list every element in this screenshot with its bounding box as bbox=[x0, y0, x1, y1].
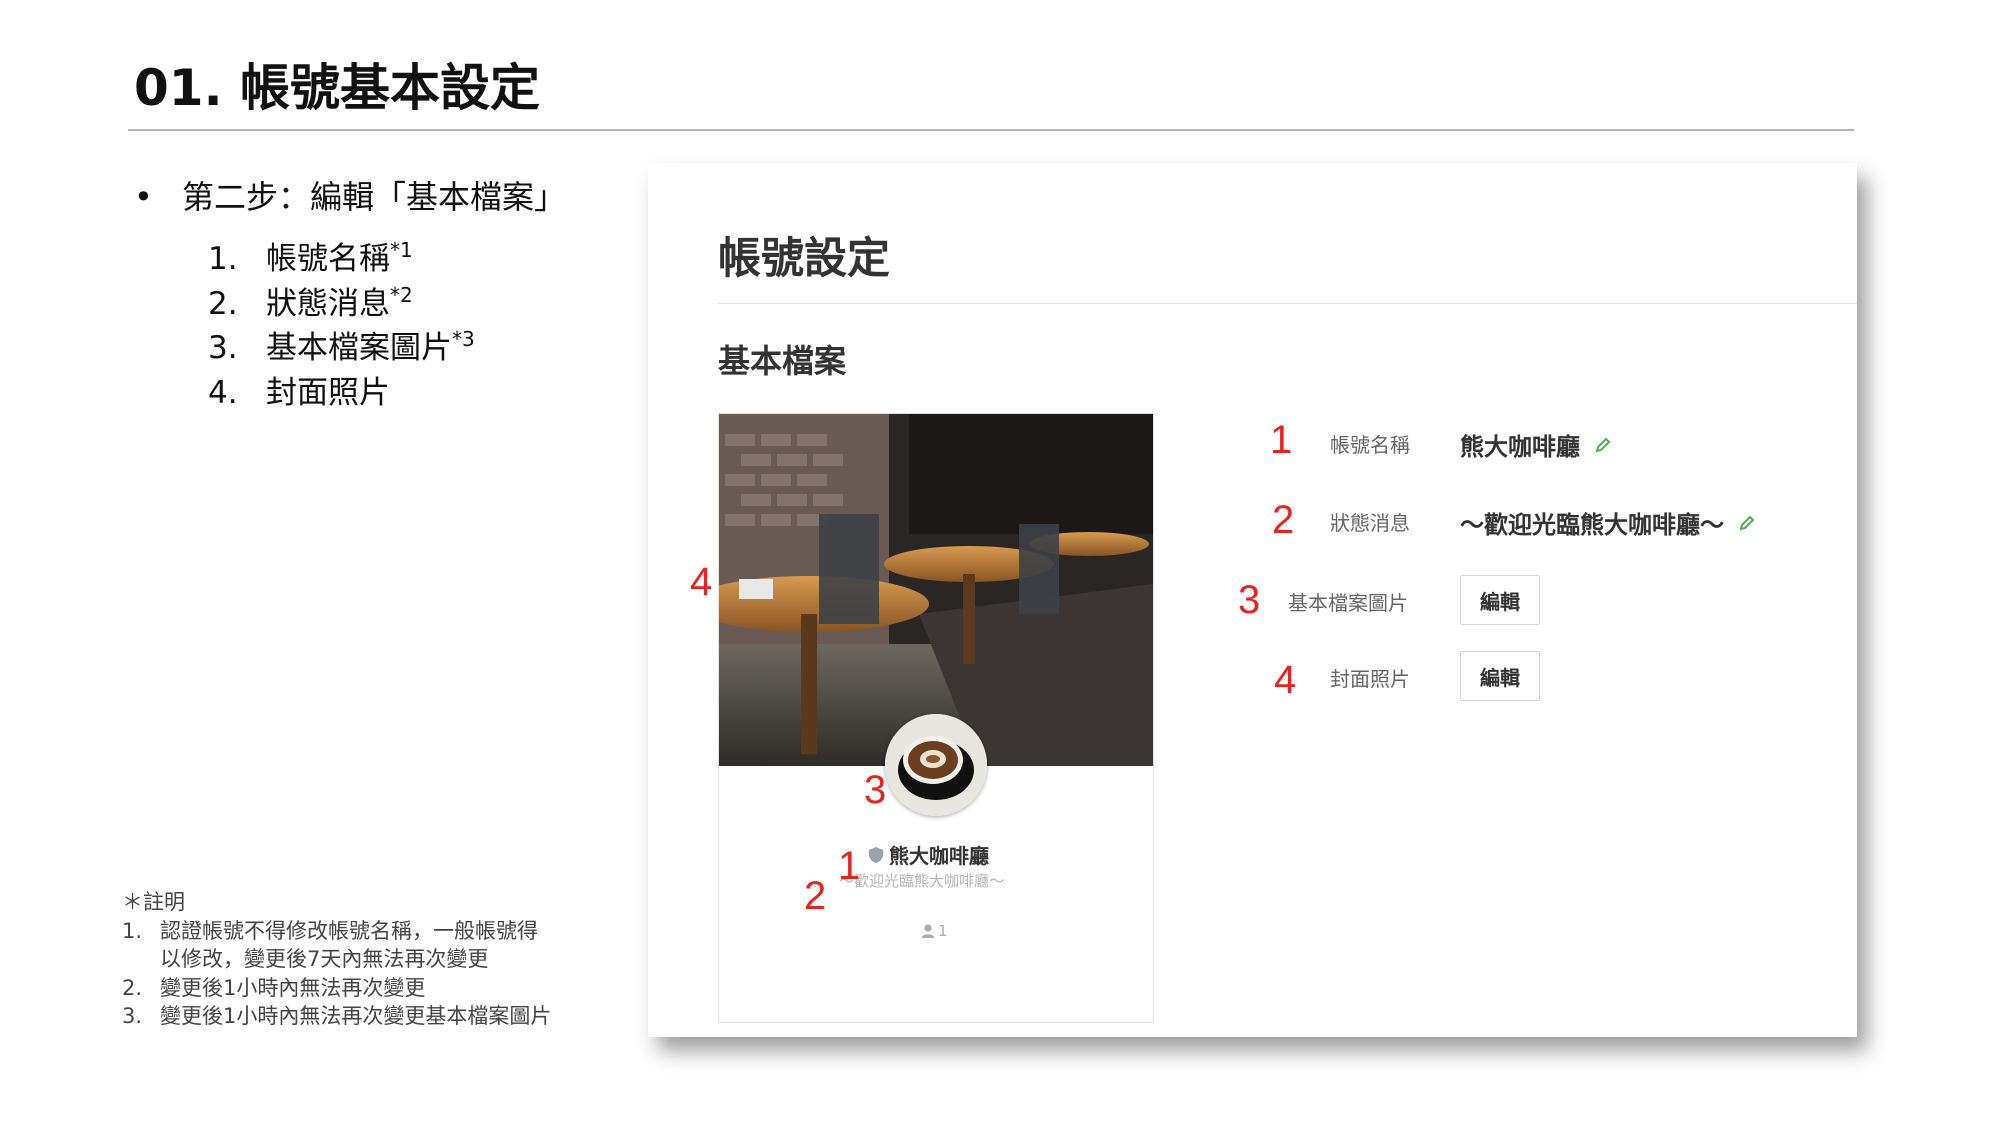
footnote-number: 3. bbox=[122, 1004, 143, 1028]
account-name-label: 帳號名稱 bbox=[1330, 433, 1410, 457]
footnote-line: 認證帳號不得修改帳號名稱，一般帳號得 bbox=[160, 918, 538, 943]
substep-label: 基本檔案圖片 bbox=[266, 330, 452, 366]
status-message-label: 狀態消息 bbox=[1330, 511, 1410, 535]
step-text: 第二步：編輯「基本檔案」 bbox=[182, 178, 567, 216]
pencil-icon[interactable] bbox=[1594, 436, 1612, 454]
annotation-marker-4: 4 bbox=[1274, 658, 1297, 702]
pencil-icon[interactable] bbox=[1738, 514, 1756, 532]
profile-image-label: 基本檔案圖片 bbox=[1288, 591, 1408, 615]
title-divider bbox=[128, 129, 1854, 131]
substep-item: 4. 封面照片 bbox=[208, 362, 475, 411]
profile-avatar[interactable] bbox=[885, 714, 987, 816]
substep-list: 1. 帳號名稱*1 2. 狀態消息*2 3. 基本檔案圖片*3 4. 封面照片 bbox=[208, 228, 475, 411]
slide-title: 01. 帳號基本設定 bbox=[134, 59, 540, 117]
footnote-item: 2. 變更後1小時內無法再次變更 bbox=[122, 974, 551, 1003]
edit-cover-photo-button[interactable]: 編輯 bbox=[1460, 651, 1540, 701]
annotation-marker-2: 2 bbox=[1272, 498, 1295, 542]
substep-note: *2 bbox=[390, 282, 413, 307]
friend-count-text: 1 bbox=[938, 922, 948, 940]
footnote-line: 變更後1小時內無法再次變更 bbox=[160, 975, 426, 1000]
annotation-marker-avatar: 3 bbox=[864, 768, 887, 812]
settings-title: 帳號設定 bbox=[718, 234, 890, 284]
preview-name-text: 熊大咖啡廳 bbox=[889, 844, 989, 868]
footnote-line: 變更後1小時內無法再次變更基本檔案圖片 bbox=[160, 1004, 552, 1028]
settings-divider bbox=[718, 303, 1857, 304]
status-message-text: ～歡迎光臨熊大咖啡廳～ bbox=[1460, 511, 1724, 539]
account-name-value: 熊大咖啡廳 bbox=[1460, 427, 1612, 462]
preview-status-message: ～歡迎光臨熊大咖啡廳～ bbox=[839, 872, 1005, 890]
person-icon bbox=[922, 924, 934, 938]
shield-icon bbox=[869, 846, 883, 863]
footnote-item: 3. 變更後1小時內無法再次變更基本檔案圖片 bbox=[122, 1002, 551, 1031]
annotation-marker-1: 1 bbox=[1270, 418, 1293, 462]
section-title: 基本檔案 bbox=[718, 342, 847, 380]
substep-number: 4. bbox=[208, 374, 238, 411]
footnote-line: 以修改，變更後7天內無法再次變更 bbox=[160, 947, 489, 971]
coffee-cup-image bbox=[885, 714, 987, 816]
annotation-marker-3: 3 bbox=[1238, 578, 1261, 622]
annotation-marker-status: 2 bbox=[804, 874, 827, 918]
step-heading: • 第二步：編輯「基本檔案」 bbox=[134, 172, 566, 218]
substep-item: 2. 狀態消息*2 bbox=[208, 273, 475, 322]
substep-label: 帳號名稱 bbox=[266, 241, 390, 277]
profile-preview: 熊大咖啡廳 ～歡迎光臨熊大咖啡廳～ 1 bbox=[718, 413, 1154, 1023]
footnote-item: 1. 認證帳號不得修改帳號名稱，一般帳號得 以修改，變更後7天內無法再次變更 bbox=[122, 917, 551, 974]
preview-friend-count: 1 bbox=[922, 922, 948, 940]
status-message-value: ～歡迎光臨熊大咖啡廳～ bbox=[1460, 505, 1756, 540]
substep-note: *3 bbox=[452, 327, 475, 351]
bullet: • bbox=[134, 178, 153, 216]
edit-profile-image-button[interactable]: 編輯 bbox=[1460, 575, 1540, 625]
preview-account-name: 熊大咖啡廳 bbox=[869, 840, 989, 869]
footnotes: ＊註明 1. 認證帳號不得修改帳號名稱，一般帳號得 以修改，變更後7天內無法再次變… bbox=[122, 888, 551, 1031]
footnote-number: 2. bbox=[122, 975, 143, 1000]
footnote-number: 1. bbox=[122, 918, 143, 943]
annotation-marker-cover: 4 bbox=[690, 560, 713, 604]
substep-label: 封面照片 bbox=[266, 374, 390, 411]
annotation-marker-name: 1 bbox=[838, 844, 861, 888]
substep-item: 1. 帳號名稱*1 bbox=[208, 228, 475, 277]
footnotes-heading: ＊註明 bbox=[122, 890, 185, 914]
account-name-text: 熊大咖啡廳 bbox=[1460, 433, 1580, 461]
substep-note: *1 bbox=[390, 238, 413, 262]
cover-photo-label: 封面照片 bbox=[1330, 667, 1410, 691]
substep-item: 3. 基本檔案圖片*3 bbox=[208, 317, 475, 366]
